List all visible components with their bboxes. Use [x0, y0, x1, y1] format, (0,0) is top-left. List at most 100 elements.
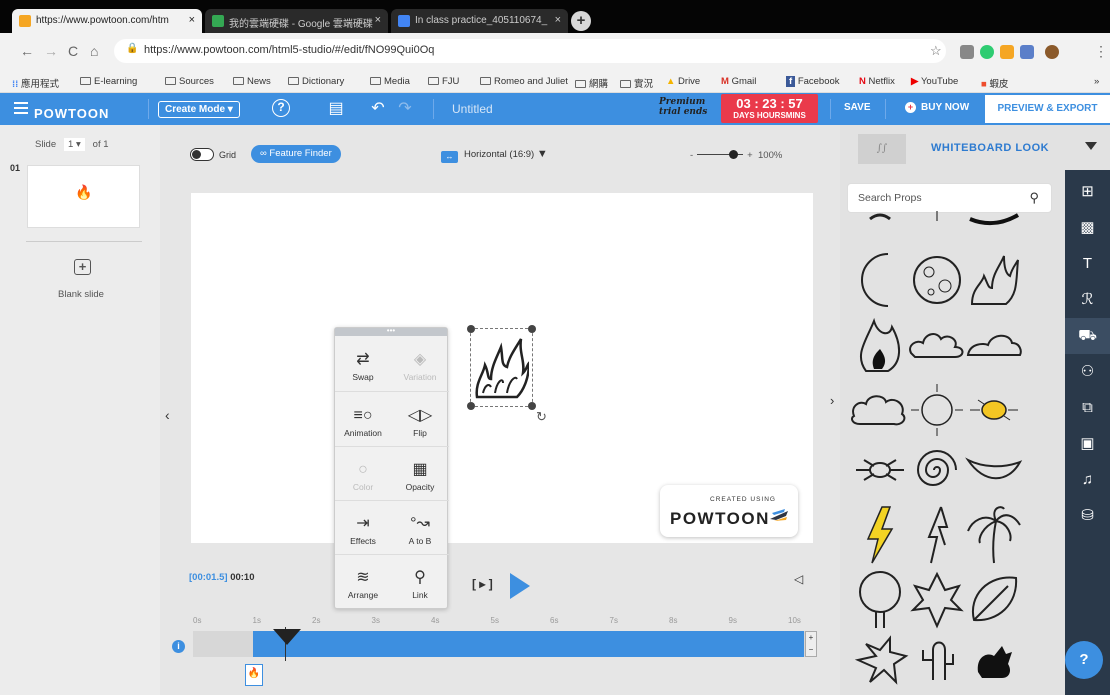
effects-button[interactable]: ⇥ Effects	[335, 500, 391, 554]
video-icon[interactable]: ▣	[1065, 426, 1110, 462]
puffy-cloud-prop[interactable]	[851, 395, 906, 426]
spiral-prop[interactable]	[916, 450, 957, 486]
cactus-prop[interactable]	[922, 641, 954, 681]
variation-button[interactable]: ◈ Variation	[392, 336, 448, 390]
bookmark-netflix[interactable]: N Netflix	[859, 76, 895, 87]
images-icon[interactable]: ⧉	[1065, 390, 1110, 426]
bookmark-dictionary[interactable]: Dictionary	[288, 76, 344, 87]
prop-duration-bar[interactable]	[253, 631, 804, 657]
redo-icon[interactable]: ↷	[395, 99, 415, 119]
full-moon-prop[interactable]	[913, 256, 961, 304]
extension-icon[interactable]	[1000, 45, 1014, 59]
extension-icon[interactable]	[1020, 45, 1034, 59]
chevron-down-icon[interactable]	[1085, 142, 1097, 150]
bookmark-live[interactable]: 實況	[620, 76, 653, 90]
zoom-control[interactable]: - + 100%	[690, 150, 782, 161]
slide-selector[interactable]: Slide 1 ▾ of 1	[35, 138, 109, 151]
undo-icon[interactable]: ↶	[368, 99, 388, 119]
fire-prop[interactable]	[473, 335, 529, 403]
burst-prop[interactable]	[856, 459, 904, 481]
close-tab-icon[interactable]: ×	[375, 14, 381, 26]
oak-leaf-prop[interactable]	[854, 635, 909, 685]
preview-export-button[interactable]: PREVIEW & EXPORT	[985, 95, 1110, 123]
close-tab-icon[interactable]: ×	[555, 14, 561, 26]
sun-prop[interactable]	[911, 384, 963, 436]
big-leaf-prop[interactable]	[971, 576, 1018, 622]
bookmark-gmail[interactable]: M Gmail	[721, 76, 756, 87]
project-title[interactable]: Untitled	[452, 102, 493, 116]
search-props[interactable]: ⚲	[847, 183, 1052, 213]
bookmark-e-learning[interactable]: E-learning	[80, 76, 137, 87]
link-button[interactable]: ⚲ Link	[392, 554, 448, 608]
dog-prop[interactable]	[977, 646, 1012, 678]
bookmark-sources[interactable]: Sources	[165, 76, 214, 87]
profile-avatar-icon[interactable]	[1045, 45, 1059, 59]
tab-docs[interactable]: In class practice_405110674_ ×	[391, 9, 568, 33]
animation-button[interactable]: ≡○ Animation	[335, 392, 391, 446]
help-icon[interactable]: ?	[272, 99, 290, 117]
forward-icon[interactable]: →	[44, 43, 58, 59]
new-tab-button[interactable]: +	[571, 11, 591, 31]
orientation-dropdown[interactable]: ↔ Horizontal (16:9) ▼	[441, 148, 548, 163]
play-scene-button[interactable]: [ ▸ ]	[472, 577, 493, 591]
zoom-slider[interactable]	[697, 150, 744, 159]
timeline-prop-thumbnail[interactable]: 🔥	[245, 664, 263, 686]
back-icon[interactable]: ←	[20, 43, 34, 59]
play-icon[interactable]	[510, 573, 530, 599]
bright-sun-prop[interactable]	[970, 399, 1018, 421]
maple-leaf-prop[interactable]	[910, 571, 964, 629]
resize-handle[interactable]	[467, 325, 475, 333]
fire-prop[interactable]	[970, 255, 1019, 305]
leaf-curl-prop[interactable]	[965, 457, 1023, 480]
color-button[interactable]: ○ Color	[335, 446, 391, 500]
brush-stroke-prop[interactable]	[969, 213, 1020, 226]
info-icon[interactable]: i	[172, 640, 185, 653]
slide-thumbnail[interactable]: 🔥	[27, 165, 140, 228]
lightning-prop[interactable]	[866, 506, 894, 564]
resize-handle[interactable]	[528, 325, 536, 333]
collapse-left-chevron-icon[interactable]: ‹	[165, 407, 170, 423]
props-icon[interactable]: ⛟	[1065, 318, 1110, 354]
style-dropdown[interactable]: WHITEBOARD LOOK	[931, 142, 1049, 154]
menu-icon[interactable]	[14, 102, 28, 117]
extension-icon[interactable]	[960, 45, 974, 59]
transitions-icon[interactable]: ⛁	[1065, 498, 1110, 534]
volume-icon[interactable]: ◁	[794, 572, 803, 586]
expand-right-chevron-icon[interactable]: ›	[830, 393, 834, 408]
zoom-slider-handle[interactable]	[729, 150, 739, 159]
flip-button[interactable]: ◁▷ Flip	[392, 392, 448, 446]
shapes-icon[interactable]: ⚇	[1065, 354, 1110, 390]
drag-handle[interactable]: •••	[335, 327, 447, 336]
background-icon[interactable]: ▩	[1065, 210, 1110, 246]
notes-icon[interactable]: ▤	[326, 99, 346, 119]
search-icon[interactable]: ⚲	[1029, 190, 1039, 206]
opacity-button[interactable]: ▦ Opacity	[392, 446, 448, 500]
save-button[interactable]: SAVE	[844, 102, 871, 113]
text-icon[interactable]: T	[1065, 246, 1110, 282]
bookmark-news[interactable]: News	[233, 76, 271, 87]
bookmark-star-icon[interactable]: ☆	[930, 43, 942, 59]
tab-google-drive[interactable]: 我的雲端硬碟 - Google 雲端硬碟 ×	[205, 9, 388, 33]
playhead-handle[interactable]	[273, 629, 301, 645]
bookmark-youtube[interactable]: ▶ YouTube	[911, 76, 958, 87]
eye-prop[interactable]	[869, 213, 891, 221]
add-slide-icon[interactable]: +	[74, 259, 91, 275]
home-icon[interactable]: ⌂	[90, 43, 98, 59]
bookmark-romeo-and-juliet[interactable]: Romeo and Juliet	[480, 76, 568, 87]
palm-tree-prop[interactable]	[967, 506, 1021, 564]
more-bookmarks-icon[interactable]: »	[1094, 76, 1099, 87]
tree-prop[interactable]	[859, 571, 901, 628]
powtoon-logo[interactable]: POWTOON	[14, 102, 109, 121]
close-tab-icon[interactable]: ×	[189, 14, 195, 26]
extension-icon[interactable]	[980, 45, 994, 59]
cloud-prop[interactable]	[909, 333, 964, 358]
search-props-input[interactable]	[858, 192, 1018, 204]
feature-finder-button[interactable]: ∞ Feature Finder	[251, 145, 341, 163]
buy-now-button[interactable]: + BUY NOW	[905, 102, 969, 113]
reload-icon[interactable]: C	[68, 43, 78, 59]
bookmark-shopee[interactable]: ■ 蝦皮	[981, 76, 1008, 90]
characters-icon[interactable]: ℛ	[1065, 282, 1110, 318]
timeline-track[interactable]: + −	[193, 627, 817, 661]
resize-handle[interactable]	[528, 402, 536, 410]
resize-handle[interactable]	[467, 402, 475, 410]
